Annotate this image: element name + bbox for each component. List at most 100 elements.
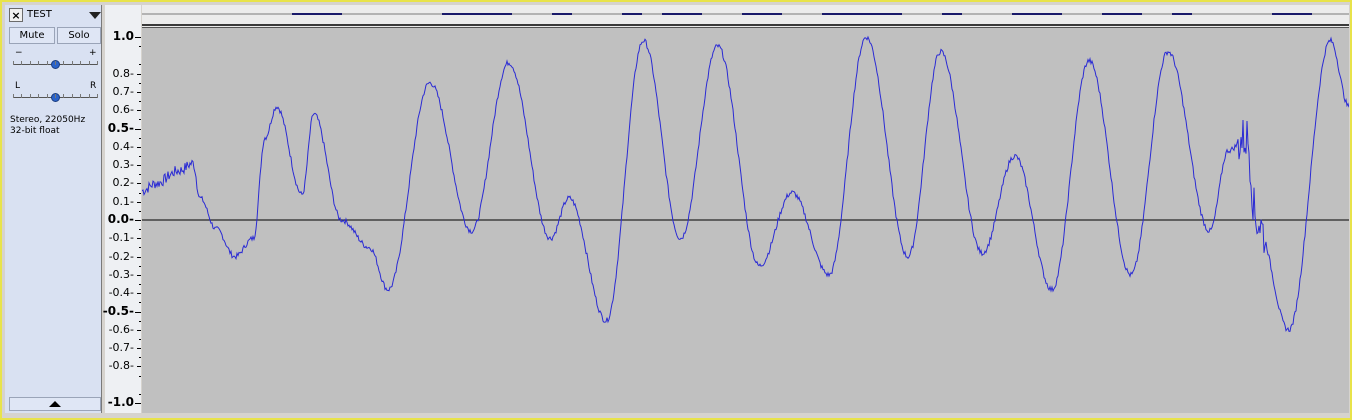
ruler-label: -0.8- [108,359,134,373]
ruler-minor-tick [139,375,141,377]
ruler-minor-tick [139,320,141,322]
ruler-minor-tick [139,393,141,395]
ruler-minor-tick [139,302,141,304]
ruler-minor-tick [139,82,141,84]
track-frame: × TEST Mute Solo − + L R Stereo, 22050Hz… [0,0,1352,420]
ruler-tick [137,366,141,368]
ruler-minor-tick [139,46,141,48]
ruler-minor-tick [139,284,141,286]
pan-slider[interactable] [13,91,98,105]
ruler-tick [135,220,141,221]
ruler-tick [137,274,141,276]
ruler-label: -0.5- [102,303,134,318]
gain-slider[interactable] [13,58,98,72]
ruler-minor-tick [139,247,141,249]
slider-tick [88,94,90,98]
slider-tick [46,94,48,98]
slider-tick [97,61,98,65]
slider-tick [21,94,23,98]
ruler-label: -1.0 [107,395,134,409]
ruler-minor-tick [139,64,141,66]
slider-tick [71,61,73,65]
clip-header-strip[interactable] [142,5,1349,28]
ruler-minor-tick [139,174,141,176]
ruler-tick [135,403,141,404]
format-line-2: 32-bit float [10,126,60,136]
ruler-label: -0.3- [108,267,134,281]
ruler-tick [137,238,141,240]
gain-max-label: + [89,48,97,58]
format-line-1: Stereo, 22050Hz [10,115,86,125]
ruler-label: 0.6- [112,103,134,117]
ruler-tick [137,183,141,185]
slider-tick [29,94,31,98]
waveform-canvas[interactable] [142,28,1349,413]
gain-min-label: − [15,48,23,58]
ruler-minor-tick [139,101,141,103]
slider-tick [13,94,14,98]
slider-tick [63,61,65,65]
ruler-minor-tick [139,155,141,157]
ruler-label: 1.0 [112,29,134,43]
ruler-tick [135,311,141,313]
ruler-tick [137,329,141,331]
ruler-tick [137,91,141,93]
slider-tick [88,61,90,65]
waveform-display[interactable] [142,28,1349,413]
ruler-label: -0.2- [108,249,134,263]
ruler-minor-tick [139,137,141,139]
chevron-up-icon [49,401,61,407]
slider-tick [29,61,31,65]
ruler-tick [137,146,141,148]
solo-button[interactable]: Solo [57,27,101,44]
collapse-track-button[interactable] [9,397,101,411]
slider-tick [38,61,40,65]
slider-tick [97,94,98,98]
ruler-tick [137,293,141,295]
ruler-minor-tick [139,192,141,194]
track-control-panel: × TEST Mute Solo − + L R Stereo, 22050Hz… [5,5,102,413]
ruler-tick [137,256,141,258]
ruler-label: 0.0- [107,212,134,226]
track-format-info: Stereo, 22050Hz 32-bit float [10,115,104,137]
ruler-label: 0.4- [112,139,134,153]
ruler-minor-tick [139,119,141,121]
slider-tick [63,94,65,98]
ruler-tick [137,348,141,350]
mute-button[interactable]: Mute [9,27,55,44]
ruler-label: -0.1- [108,231,134,245]
slider-tick [38,94,40,98]
chevron-down-icon[interactable] [89,12,101,19]
ruler-label: 0.7- [112,84,134,98]
slider-tick [21,61,23,65]
amplitude-ruler: 1.0 0.8- 0.7- 0.6- 0.5- 0.4- 0.3- 0.2- 0.1- 0.0- -… [102,5,141,413]
waveform-line [142,35,1349,332]
ruler-tick [135,128,141,130]
ruler-tick [137,165,141,167]
slider-tick [13,61,14,65]
close-track-button[interactable]: × [9,8,23,22]
slider-tick [46,61,48,65]
ruler-minor-tick [139,229,141,231]
ruler-label: 0.3- [112,158,134,172]
slider-tick [71,94,73,98]
ruler-label: -0.6- [108,322,134,336]
ruler-tick [137,73,141,75]
slider-tick [80,94,82,98]
ruler-label: -0.7- [108,341,134,355]
ruler-tick [137,110,141,112]
ruler-minor-tick [139,210,141,212]
ruler-minor-tick [139,357,141,359]
ruler-label: -0.4- [108,286,134,300]
pan-right-label: R [90,81,97,91]
ruler-label: 0.2- [112,176,134,190]
track-header: × TEST [5,5,105,25]
ruler-tick [137,201,141,203]
ruler-label: 0.1- [112,194,134,208]
ruler-label: 0.8- [112,66,134,80]
track-name-menu[interactable]: TEST [27,9,87,23]
clip-header-marks [142,13,1349,26]
ruler-tick [135,37,141,38]
pan-left-label: L [15,81,21,91]
ruler-minor-tick [139,265,141,267]
